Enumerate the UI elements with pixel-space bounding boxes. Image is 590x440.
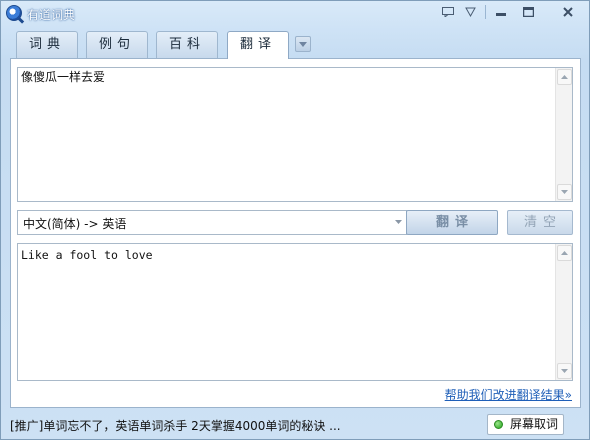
result-text-area[interactable]: Like a fool to love bbox=[17, 243, 573, 381]
tab-translate[interactable]: 翻译 bbox=[227, 31, 289, 59]
status-indicator-icon bbox=[494, 420, 503, 429]
window-title: 有道词典 bbox=[27, 8, 76, 22]
scroll-down-icon[interactable] bbox=[557, 184, 572, 200]
source-text-area[interactable]: 像傻瓜一样去爱 bbox=[17, 67, 573, 202]
youdao-logo-icon bbox=[6, 5, 22, 21]
tab-examples[interactable]: 例句 bbox=[86, 31, 148, 58]
translate-panel: 像傻瓜一样去爱 中文(简体) -> 英语 翻译 清空 Like a fool t… bbox=[10, 58, 581, 408]
clear-button[interactable]: 清空 bbox=[507, 210, 573, 235]
tab-encyclopedia[interactable]: 百科 bbox=[156, 31, 218, 58]
promotion-link[interactable]: [推广]单词忘不了，英语单词杀手 2天掌握4000单词的秘诀 ... bbox=[10, 417, 341, 434]
feedback-icon[interactable] bbox=[439, 4, 457, 20]
result-text: Like a fool to love bbox=[21, 248, 153, 262]
source-scrollbar[interactable] bbox=[555, 68, 572, 201]
screen-capture-label: 屏幕取词 bbox=[510, 417, 559, 431]
language-pair-select[interactable]: 中文(简体) -> 英语 bbox=[17, 210, 407, 235]
scroll-up-icon[interactable] bbox=[557, 69, 572, 85]
app-window: 有道词典 词典 例句 百科 翻译 像傻瓜一样去爱 中文(简体) -> 英语 翻译… bbox=[0, 0, 590, 440]
maximize-icon[interactable] bbox=[519, 4, 537, 20]
screen-capture-toggle[interactable]: 屏幕取词 bbox=[487, 414, 564, 435]
scroll-up-icon[interactable] bbox=[557, 245, 572, 261]
skin-icon[interactable] bbox=[461, 4, 479, 20]
language-pair-value: 中文(简体) -> 英语 bbox=[23, 217, 127, 231]
tab-more-dropdown[interactable] bbox=[295, 36, 311, 52]
translate-button[interactable]: 翻译 bbox=[406, 210, 498, 235]
improve-translation-link[interactable]: 帮助我们改进翻译结果» bbox=[445, 386, 572, 403]
tab-dictionary[interactable]: 词典 bbox=[16, 31, 78, 58]
status-bar: [推广]单词忘不了，英语单词杀手 2天掌握4000单词的秘诀 ... 屏幕取词 bbox=[1, 409, 589, 439]
result-scrollbar[interactable] bbox=[555, 244, 572, 380]
scroll-down-icon[interactable] bbox=[557, 363, 572, 379]
source-text: 像傻瓜一样去爱 bbox=[21, 70, 106, 84]
chevron-down-icon bbox=[395, 220, 402, 224]
minimize-icon[interactable] bbox=[492, 4, 510, 20]
titlebar-separator bbox=[485, 5, 486, 19]
close-icon[interactable] bbox=[559, 4, 577, 20]
title-bar[interactable]: 有道词典 bbox=[1, 1, 589, 27]
